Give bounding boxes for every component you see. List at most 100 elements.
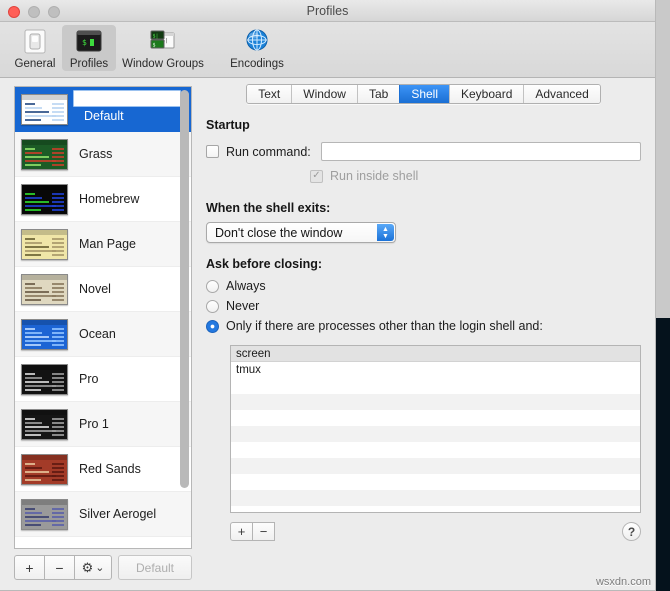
radio-label: Only if there are processes other than t… xyxy=(226,319,543,333)
radio-button[interactable] xyxy=(206,319,219,333)
encodings-icon xyxy=(246,29,268,51)
profile-list-container: Default Grass Homebrew Man Page Novel Ocean Pr… xyxy=(14,86,192,549)
remove-process-button[interactable]: − xyxy=(252,522,275,541)
svg-text:$|: $| xyxy=(153,34,159,40)
profile-list-item[interactable]: Ocean xyxy=(15,312,191,357)
profile-list-item[interactable]: Man Page xyxy=(15,222,191,267)
run-command-checkbox[interactable] xyxy=(206,145,219,158)
tab-text[interactable]: Text xyxy=(247,85,292,103)
startup-heading: Startup xyxy=(206,118,250,132)
profile-name-label: Silver Aerogel xyxy=(79,507,157,521)
watermark: wsxdn.com xyxy=(595,576,651,588)
profile-rename-input[interactable] xyxy=(73,90,181,107)
ask-before-closing-option[interactable]: Never xyxy=(206,299,641,313)
process-list[interactable]: screen tmux xyxy=(230,345,641,513)
process-list-item[interactable]: screen xyxy=(231,346,640,362)
profile-thumbnail xyxy=(21,273,68,305)
preferences-toolbar: General $ Profiles $| $| $ Window Groups xyxy=(0,22,655,78)
settings-tabs[interactable]: Text Window Tab Shell Keyboard Advanced xyxy=(246,84,601,104)
profile-list-item[interactable]: Pro 1 xyxy=(15,402,191,447)
toolbar-label-general: General xyxy=(14,58,56,70)
profile-name-label: Novel xyxy=(79,282,111,296)
radio-button[interactable] xyxy=(206,279,219,293)
process-list-empty-row xyxy=(231,506,640,512)
ask-before-closing-option[interactable]: Only if there are processes other than t… xyxy=(206,319,641,333)
process-list-empty-row xyxy=(231,426,640,442)
process-list-empty-row xyxy=(231,474,640,490)
profile-list-item[interactable]: Silver Aerogel xyxy=(15,492,191,537)
tab-advanced[interactable]: Advanced xyxy=(523,85,600,103)
process-list-empty-row xyxy=(231,458,640,474)
ask-before-closing-radio-group[interactable]: Always Never Only if there are processes o… xyxy=(206,279,641,339)
process-list-empty-row xyxy=(231,410,640,426)
profile-thumbnail xyxy=(21,408,68,440)
set-default-button[interactable]: Default xyxy=(118,555,192,580)
run-command-input[interactable] xyxy=(320,142,641,161)
tab-keyboard[interactable]: Keyboard xyxy=(449,85,524,103)
radio-label: Never xyxy=(226,299,260,313)
preferences-body: Default Grass Homebrew Man Page Novel Ocean Pr… xyxy=(0,78,655,590)
profile-list-toolbar: + − ⚙ ⌄ Default xyxy=(14,555,192,580)
toolbar-item-profiles[interactable]: $ Profiles xyxy=(62,25,116,71)
toolbar-label-profiles: Profiles xyxy=(69,58,109,70)
profile-list-item[interactable]: Novel xyxy=(15,267,191,312)
toolbar-item-general[interactable]: General xyxy=(8,25,62,71)
settings-tabbar: Text Window Tab Shell Keyboard Advanced xyxy=(206,84,641,104)
profile-actions-menu-button[interactable]: ⚙ ⌄ xyxy=(74,555,112,580)
help-button[interactable]: ? xyxy=(622,522,641,541)
run-command-label: Run command: xyxy=(226,144,311,159)
profile-thumbnail xyxy=(21,228,68,260)
ask-before-closing-option[interactable]: Always xyxy=(206,279,641,293)
profile-thumbnail xyxy=(21,498,68,530)
toolbar-item-window-groups[interactable]: $| $| $ Window Groups xyxy=(116,25,210,71)
profiles-icon: $ xyxy=(76,30,102,52)
profile-list[interactable]: Default Grass Homebrew Man Page Novel Ocean Pr… xyxy=(15,87,191,548)
profile-list-item[interactable]: Default xyxy=(15,87,191,132)
profile-name-label: Pro xyxy=(79,372,99,386)
background-window-sliver xyxy=(656,318,670,591)
tab-window[interactable]: Window xyxy=(291,85,357,103)
process-list-empty-row xyxy=(231,394,640,410)
profile-name-label: Man Page xyxy=(79,237,136,251)
profile-list-item[interactable]: Homebrew xyxy=(15,177,191,222)
add-profile-button[interactable]: + xyxy=(14,555,45,580)
profile-list-scrollbar[interactable] xyxy=(180,90,189,545)
profile-thumbnail xyxy=(21,318,68,350)
toolbar-label-window-groups: Window Groups xyxy=(122,58,204,70)
tab-tab[interactable]: Tab xyxy=(356,85,400,103)
process-list-item[interactable]: tmux xyxy=(231,362,640,378)
arrow-up-icon: ▲ xyxy=(382,225,389,233)
profile-name-label: Ocean xyxy=(79,327,116,341)
shell-exit-selected-value: Don't close the window xyxy=(215,225,343,240)
profile-name-label: Default xyxy=(84,109,124,123)
profile-list-item[interactable]: Red Sands xyxy=(15,447,191,492)
run-inside-shell-checkbox[interactable]: ✓ xyxy=(310,169,323,183)
general-icon xyxy=(24,29,46,54)
profile-list-scroll-thumb[interactable] xyxy=(180,90,189,488)
radio-button[interactable] xyxy=(206,299,219,313)
background-window-sliver-top xyxy=(656,0,670,318)
profile-list-item[interactable]: Pro xyxy=(15,357,191,402)
profiles-preferences-window: Profiles General $ Profiles $| $| $ Wind… xyxy=(0,0,656,591)
gear-icon: ⚙ xyxy=(81,559,94,575)
window-groups-icon: $| $| $ xyxy=(150,30,175,49)
shell-exit-heading: When the shell exits: xyxy=(206,201,331,215)
shell-exit-select[interactable]: Don't close the window ▲ ▼ xyxy=(206,222,396,243)
profile-list-item[interactable]: Grass xyxy=(15,132,191,177)
tab-shell[interactable]: Shell xyxy=(399,85,449,103)
svg-text:$: $ xyxy=(82,38,87,47)
profile-thumbnail xyxy=(21,363,68,395)
add-process-button[interactable]: + xyxy=(230,522,253,541)
run-inside-shell-label: Run inside shell xyxy=(330,169,419,183)
shell-settings-pane: Text Window Tab Shell Keyboard Advanced Start… xyxy=(198,78,655,590)
remove-profile-button[interactable]: − xyxy=(44,555,75,580)
profile-name-label: Grass xyxy=(79,147,113,161)
svg-text:$: $ xyxy=(153,43,156,49)
radio-label: Always xyxy=(226,279,266,293)
profile-name-label: Pro 1 xyxy=(79,417,109,431)
arrow-down-icon: ▼ xyxy=(382,232,389,240)
toolbar-item-encodings[interactable]: Encodings xyxy=(210,25,304,71)
process-list-empty-row xyxy=(231,490,640,506)
run-inside-shell-row: ✓ Run inside shell xyxy=(310,169,641,183)
window-title: Profiles xyxy=(306,4,349,18)
